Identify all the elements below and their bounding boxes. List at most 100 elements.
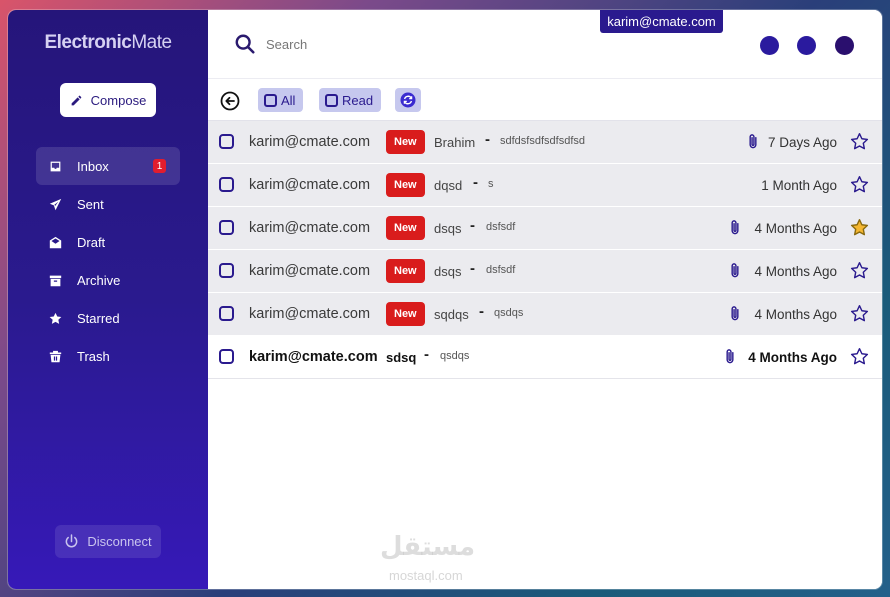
disconnect-button[interactable]: Disconnect	[55, 525, 161, 558]
email-snippet: dsfsdf	[486, 221, 516, 233]
header-dot-button[interactable]	[797, 36, 816, 55]
star-toggle-icon[interactable]	[850, 175, 869, 194]
app-logo: ElectronicMate	[8, 32, 208, 54]
email-snippet: sdfdsfsdfsdfsdfsd	[500, 135, 585, 147]
inbox-icon	[48, 159, 62, 173]
select-read-button[interactable]: Read	[319, 88, 382, 112]
sidebar-item-draft[interactable]: Draft	[36, 223, 180, 261]
email-sender: karim@cmate.com	[249, 220, 371, 236]
list-toolbar: All Read	[208, 79, 882, 121]
email-snippet: qsdqs	[440, 350, 470, 362]
pencil-icon	[71, 95, 81, 105]
email-date: 4 Months Ago	[754, 264, 837, 279]
row-checkbox[interactable]	[219, 263, 234, 278]
email-date: 7 Days Ago	[767, 135, 837, 150]
user-email-tag: karim@cmate.com	[600, 10, 723, 33]
sidebar-item-label: Trash	[77, 348, 110, 364]
email-snippet: dsfsdf	[486, 264, 516, 276]
sidebar-item-label: Archive	[77, 272, 121, 288]
subject-separator: -	[470, 217, 475, 234]
email-date: 4 Months Ago	[754, 221, 837, 236]
trash-icon	[48, 349, 62, 363]
star-icon	[48, 311, 62, 325]
star-toggle-icon[interactable]	[850, 261, 869, 280]
sidebar-item-inbox[interactable]: Inbox 1	[36, 147, 180, 185]
subject-separator: -	[473, 174, 478, 191]
attachment-icon	[731, 220, 739, 235]
email-row[interactable]: karim@cmate.com New dsqs - dsfsdf 4 Months Ag…	[208, 207, 882, 250]
sidebar: ElectronicMate Compose Inbox 1 Sent Draf…	[8, 10, 208, 589]
star-toggle-icon[interactable]	[850, 347, 869, 366]
star-toggle-icon[interactable]	[850, 218, 869, 237]
logo-bold-text: Electronic	[44, 32, 132, 53]
back-arrow-icon[interactable]	[220, 91, 240, 111]
sidebar-item-label: Inbox	[77, 158, 109, 174]
attachment-icon	[749, 134, 757, 149]
checkbox-icon	[325, 93, 338, 107]
email-sender: karim@cmate.com	[249, 263, 371, 279]
checkbox-icon	[264, 93, 277, 107]
unread-count-badge: 1	[153, 159, 166, 173]
power-icon	[66, 534, 78, 548]
header-dot-button[interactable]	[760, 36, 779, 55]
sidebar-item-sent[interactable]: Sent	[36, 185, 180, 223]
email-sender: karim@cmate.com	[249, 349, 378, 365]
new-badge: New	[386, 302, 425, 326]
search-input[interactable]	[266, 35, 566, 53]
email-sender: karim@cmate.com	[249, 134, 371, 150]
star-toggle-icon[interactable]	[850, 304, 869, 323]
main-panel: karim@cmate.com All Read	[208, 10, 882, 589]
sidebar-item-label: Sent	[77, 196, 104, 212]
search-icon	[235, 34, 255, 54]
row-checkbox[interactable]	[219, 220, 234, 235]
email-row[interactable]: karim@cmate.com New sqdqs - qsdqs 4 Months Ag…	[208, 293, 882, 336]
select-all-button[interactable]: All	[258, 88, 304, 112]
row-checkbox[interactable]	[219, 177, 234, 192]
archive-icon	[48, 273, 62, 287]
new-badge: New	[386, 259, 425, 283]
sidebar-item-starred[interactable]: Starred	[36, 299, 180, 337]
subject-separator: -	[424, 346, 429, 363]
header-dot-button[interactable]	[835, 36, 854, 55]
email-list: karim@cmate.com New Brahim - sdfdsfsdfsdfsdf…	[208, 121, 882, 379]
star-toggle-icon[interactable]	[850, 132, 869, 151]
email-subject: dqsd	[434, 178, 463, 193]
email-date: 4 Months Ago	[748, 350, 837, 365]
app-window: ElectronicMate Compose Inbox 1 Sent Draf…	[8, 10, 882, 589]
refresh-icon	[400, 92, 416, 108]
email-row[interactable]: karim@cmate.com New dqsd - s 1 Month Ago	[208, 164, 882, 207]
watermark-arabic: مستقل	[380, 531, 476, 561]
new-badge: New	[386, 216, 425, 240]
subject-separator: -	[479, 303, 484, 320]
row-checkbox[interactable]	[219, 306, 234, 321]
compose-label: Compose	[90, 92, 147, 108]
sidebar-item-label: Starred	[77, 310, 120, 326]
row-checkbox[interactable]	[219, 134, 234, 149]
email-date: 1 Month Ago	[761, 178, 837, 193]
select-read-label: Read	[342, 92, 374, 108]
compose-button[interactable]: Compose	[60, 83, 156, 117]
email-row[interactable]: karim@cmate.com sdsq - qsdqs 4 Months Ago	[208, 336, 882, 379]
select-all-label: All	[281, 92, 296, 108]
email-row[interactable]: karim@cmate.com New Brahim - sdfdsfsdfsdfsdf…	[208, 121, 882, 164]
attachment-icon	[731, 306, 739, 321]
sidebar-item-label: Draft	[77, 234, 106, 250]
email-snippet: qsdqs	[494, 307, 524, 319]
email-sender: karim@cmate.com	[249, 177, 371, 193]
refresh-button[interactable]	[395, 88, 421, 112]
draft-envelope-icon	[48, 235, 62, 249]
email-sender: karim@cmate.com	[249, 306, 371, 322]
new-badge: New	[386, 173, 425, 197]
sidebar-nav: Inbox 1 Sent Draft Archive Starred Trash	[36, 147, 180, 375]
email-subject: Brahim	[434, 135, 476, 150]
sidebar-item-trash[interactable]: Trash	[36, 337, 180, 375]
email-subject: dsqs	[434, 221, 462, 236]
email-row[interactable]: karim@cmate.com New dsqs - dsfsdf 4 Months Ag…	[208, 250, 882, 293]
email-snippet: s	[488, 178, 494, 190]
row-checkbox[interactable]	[219, 349, 234, 364]
sidebar-item-archive[interactable]: Archive	[36, 261, 180, 299]
attachment-icon	[726, 349, 734, 364]
attachment-icon	[731, 263, 739, 278]
disconnect-label: Disconnect	[87, 534, 152, 549]
subject-separator: -	[485, 131, 490, 148]
